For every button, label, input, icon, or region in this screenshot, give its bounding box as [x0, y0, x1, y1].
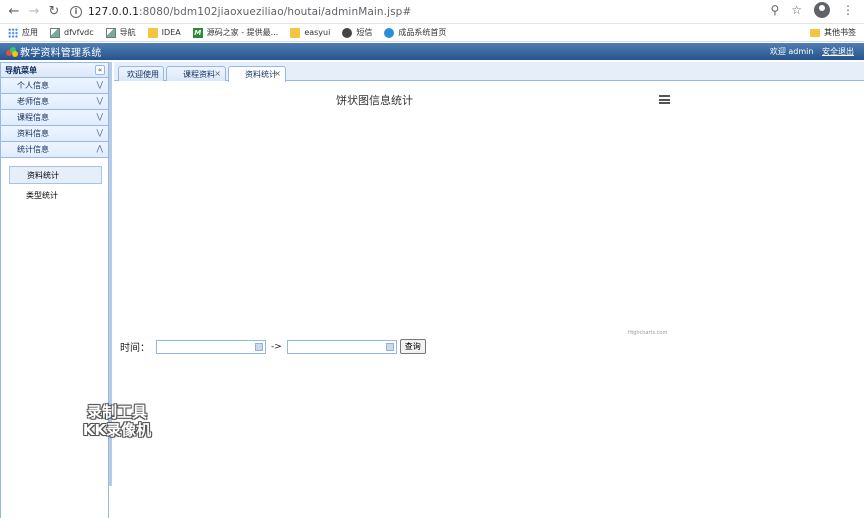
bookmark-label: easyui — [304, 28, 331, 37]
chevron-down-icon: ⋁ — [96, 112, 103, 121]
end-date-input[interactable] — [286, 339, 397, 354]
tabs-bar: 欢迎使用 课程资料 × 资料统计 × — [114, 62, 864, 82]
folder-icon — [147, 27, 158, 38]
folder-icon — [290, 27, 301, 38]
chart-title: 饼状图信息统计 — [336, 94, 413, 107]
chart-menu-icon[interactable] — [659, 95, 670, 104]
bookmark-label: dfvfvdc — [64, 28, 94, 37]
sidebar-item-label: 资料统计 — [27, 170, 59, 180]
key-icon[interactable]: ⚲ — [770, 3, 779, 17]
bookmark-idea[interactable]: IDEA — [147, 27, 181, 38]
time-label: 时间： — [120, 343, 150, 354]
bookmark-label: 成品系统首页 — [398, 28, 447, 37]
close-icon[interactable]: × — [214, 69, 221, 78]
bookmark-other[interactable]: 其他书签 — [810, 27, 856, 38]
accordion-statistics-body: 资料统计 类型统计 — [0, 158, 109, 518]
start-date-input[interactable] — [156, 339, 266, 354]
calendar-icon[interactable] — [385, 342, 394, 351]
info-icon[interactable]: i — [70, 5, 82, 18]
chevron-down-icon: ⋁ — [96, 128, 103, 137]
close-icon[interactable]: × — [274, 69, 281, 78]
chevron-up-icon: ⋀ — [96, 144, 103, 153]
logout-link[interactable]: 安全退出 — [822, 47, 854, 56]
bookmark-nav[interactable]: 导航 — [105, 27, 136, 38]
apps-grid-icon — [8, 27, 18, 38]
accordion-statistics[interactable]: 统计信息 ⋀ — [0, 142, 109, 158]
query-button[interactable]: 查询 — [399, 339, 426, 354]
collapse-left-icon[interactable]: « — [95, 65, 105, 75]
nav-title-label: 导航菜单 — [5, 65, 37, 75]
sidebar-item-type-stats[interactable]: 类型统计 — [9, 186, 102, 204]
chevron-down-icon: ⋁ — [96, 96, 103, 105]
accordion-teacher[interactable]: 老师信息 ⋁ — [0, 94, 109, 110]
sidebar-item-material-stats[interactable]: 资料统计 — [9, 166, 102, 184]
accordion-label: 资料信息 — [17, 129, 49, 138]
range-arrow: -> — [271, 341, 282, 352]
recorder-watermark: 录制工具 KK录像机 — [72, 403, 162, 439]
menu-kebab-icon[interactable]: ⋮ — [842, 3, 854, 17]
gear-icon — [384, 27, 395, 38]
tab-welcome[interactable]: 欢迎使用 — [118, 66, 164, 81]
nav-panel-title: 导航菜单 « — [0, 62, 109, 78]
calendar-icon[interactable] — [255, 342, 263, 351]
bookmark-label: IDEA — [161, 28, 181, 37]
bookmark-system-home[interactable]: 成品系统首页 — [384, 27, 446, 38]
bookmark-sms[interactable]: 短信 — [342, 27, 372, 38]
welcome-text: 欢迎 admin — [769, 47, 814, 56]
reload-icon[interactable]: ↻ — [44, 2, 64, 22]
accordion-label: 课程信息 — [17, 113, 49, 122]
accordion-personal[interactable]: 个人信息 ⋁ — [0, 78, 109, 94]
accordion-label: 老师信息 — [17, 97, 49, 106]
bookmark-label: 短信 — [356, 28, 373, 37]
image-icon — [50, 27, 60, 38]
bookmark-dfvfvdc[interactable]: dfvfvdc — [50, 27, 94, 38]
browser-toolbar: ← → ↻ i 127.0.0.1:8080/bdm102jiaoxuezili… — [0, 0, 864, 24]
app-title: 教学资料管理系统 — [20, 48, 102, 59]
bookmark-label: 导航 — [119, 28, 136, 37]
bookmark-label: 源码之家 - 提供最... — [206, 28, 279, 37]
url-host: 127.0.0.1 — [88, 5, 139, 18]
tab-label: 资料统计 — [245, 70, 277, 79]
chevron-down-icon: ⋁ — [96, 80, 103, 89]
profile-avatar-icon[interactable] — [814, 2, 830, 18]
bookmark-label: 应用 — [22, 28, 38, 37]
time-filter: 时间： -> 查询 — [120, 339, 426, 354]
tab-label: 课程资料 — [183, 69, 215, 79]
folder-icon — [810, 28, 820, 37]
app-logo-icon — [6, 46, 18, 57]
watermark-line: 录制工具 — [86, 403, 147, 421]
bookmark-label: 其他书签 — [824, 28, 856, 37]
bookmark-source-home[interactable]: M 源码之家 - 提供最... — [192, 27, 279, 38]
accordion-label: 个人信息 — [17, 81, 49, 90]
tab-label: 欢迎使用 — [127, 69, 159, 79]
main-content: 欢迎使用 课程资料 × 资料统计 × — [114, 62, 864, 486]
address-bar[interactable]: i 127.0.0.1:8080/bdm102jiaoxueziliao/hou… — [70, 2, 760, 22]
forward-icon[interactable]: → — [24, 2, 44, 22]
image-icon — [105, 27, 116, 38]
url-path: :8080/bdm102jiaoxueziliao/houtai/adminMa… — [139, 5, 412, 18]
accordion-course[interactable]: 课程信息 ⋁ — [0, 110, 109, 126]
bookmark-easyui[interactable]: easyui — [290, 27, 331, 38]
back-icon[interactable]: ← — [4, 2, 24, 22]
url-text[interactable]: 127.0.0.1:8080/bdm102jiaoxueziliao/houta… — [88, 6, 411, 18]
chart-credit[interactable]: Highcharts.com — [628, 330, 667, 336]
m-logo-icon: M — [192, 27, 203, 38]
app-header: 教学资料管理系统 欢迎 admin 安全退出 — [0, 43, 864, 60]
accordion-material[interactable]: 资料信息 ⋁ — [0, 126, 109, 142]
globe-icon — [342, 27, 353, 38]
accordion-label: 统计信息 — [17, 145, 49, 154]
watermark-line: KK录像机 — [82, 421, 152, 439]
bookmark-apps[interactable]: 应用 — [8, 27, 38, 38]
star-icon[interactable]: ☆ — [791, 3, 802, 17]
bookmarks-bar: 应用 dfvfvdc 导航 IDEA M 源码之家 - 提供最... easyui… — [0, 24, 864, 42]
tab-course-material[interactable]: 课程资料 × — [166, 66, 226, 81]
sidebar-item-label: 类型统计 — [26, 190, 58, 200]
tab-material-stats[interactable]: 资料统计 × — [228, 66, 286, 82]
